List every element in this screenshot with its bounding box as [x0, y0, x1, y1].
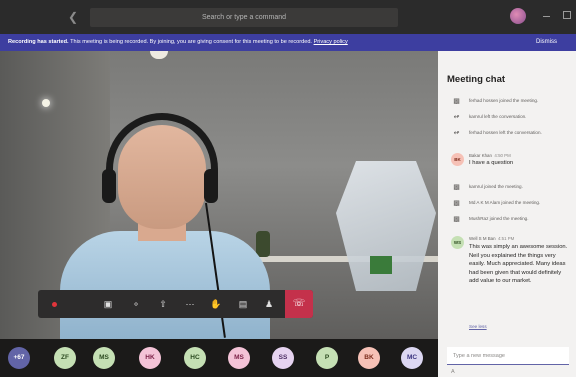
- chat-icon[interactable]: ▤: [231, 290, 255, 318]
- person-left-icon: ↫: [453, 130, 460, 137]
- person-joined-icon: ▩: [453, 216, 460, 223]
- search-input[interactable]: Search or type a command: [90, 8, 398, 27]
- chat-sender: Well S M Ban: [469, 236, 496, 241]
- minimize-icon[interactable]: [543, 16, 550, 17]
- award-logo: [370, 256, 392, 274]
- recording-banner-message: This meeting is being recorded. By joini…: [70, 39, 312, 45]
- headset-band: [106, 113, 218, 193]
- chat-event: ↫ ferhad hossen left the conversation.: [438, 127, 576, 141]
- format-icon[interactable]: A: [451, 369, 455, 375]
- chat-sender: Bakar Khan: [469, 153, 492, 158]
- chat-message-meta: Bakar Khan 4:50 PM: [469, 153, 511, 158]
- call-controls: ▣ ⚬ ⇧ ⋯ ✋ ▤ ♟ ☏: [38, 290, 313, 318]
- see-less-link[interactable]: See less: [469, 324, 487, 329]
- chat-event: ↫ kamrul left the conversation.: [438, 111, 576, 125]
- participant-avatar[interactable]: MC: [401, 347, 423, 369]
- chat-event-text: Md A K M Alam joined the meeting.: [469, 200, 541, 205]
- recording-indicator-icon: [52, 302, 57, 307]
- chat-avatar: BK: [451, 153, 464, 166]
- chat-event-text: MushRaz joined the meeting.: [469, 216, 529, 221]
- chat-message-text: I have a question: [469, 160, 514, 166]
- person-joined-icon: ▩: [453, 98, 460, 105]
- microphone-icon[interactable]: ⚬: [124, 290, 148, 318]
- participant-avatar[interactable]: HK: [139, 347, 161, 369]
- chat-avatar: WS: [451, 236, 464, 249]
- recording-banner-text: Recording has started. This meeting is b…: [8, 34, 348, 51]
- chat-event-text: ferhad hossen left the conversation.: [469, 130, 542, 135]
- chat-message-meta: Well S M Ban 4:51 PM: [469, 236, 514, 241]
- hang-up-button[interactable]: ☏: [285, 290, 313, 318]
- user-avatar[interactable]: [510, 8, 526, 24]
- privacy-policy-link[interactable]: Privacy policy: [314, 39, 348, 45]
- headset-earcup-left: [102, 169, 116, 203]
- ceiling-light: [42, 99, 50, 107]
- chat-event: ▩ kamrul joined the meeting.: [438, 181, 576, 195]
- chat-time: 4:51 PM: [497, 236, 515, 241]
- person-joined-icon: ▩: [453, 200, 460, 207]
- more-options-icon[interactable]: ⋯: [178, 290, 202, 318]
- participant-avatar[interactable]: MS: [228, 347, 250, 369]
- message-compose-input[interactable]: Type a new message: [447, 347, 569, 365]
- raise-hand-icon[interactable]: ✋: [204, 290, 228, 318]
- headset-earcup-right: [204, 169, 218, 203]
- participant-avatar[interactable]: HC: [184, 347, 206, 369]
- ceiling-lamp: [150, 51, 168, 59]
- video-plant: [256, 231, 270, 257]
- title-bar: ❮ Search or type a command: [0, 0, 576, 34]
- participant-strip: +67 ZF MS HK HC MS SS P BK MC: [0, 339, 438, 377]
- participants-icon[interactable]: ♟: [257, 290, 281, 318]
- participant-avatar[interactable]: BK: [358, 347, 380, 369]
- chat-event-text: ferhad hossen joined the meeting.: [469, 98, 539, 103]
- back-arrow-icon[interactable]: ❮: [68, 10, 82, 24]
- camera-icon[interactable]: ▣: [96, 290, 120, 318]
- chat-title: Meeting chat: [447, 74, 506, 85]
- chat-time: 4:50 PM: [494, 153, 511, 158]
- chat-message-text: This was simply an awesome session. Neil…: [469, 244, 568, 285]
- participants-overflow-badge[interactable]: +67: [8, 347, 30, 369]
- participant-avatar[interactable]: P: [316, 347, 338, 369]
- chat-event: ▩ Md A K M Alam joined the meeting.: [438, 197, 576, 211]
- speaker-shirt: [60, 231, 270, 339]
- person-joined-icon: ▩: [453, 184, 460, 191]
- teams-meeting-window: ❮ Search or type a command Recording has…: [0, 0, 576, 377]
- recording-banner-title: Recording has started.: [8, 39, 69, 45]
- recording-banner: Recording has started. This meeting is b…: [0, 34, 576, 51]
- person-left-icon: ↫: [453, 114, 460, 121]
- maximize-icon[interactable]: [563, 11, 571, 19]
- chat-event: ▩ ferhad hossen joined the meeting.: [438, 95, 576, 109]
- chat-event: ▩ MushRaz joined the meeting.: [438, 213, 576, 227]
- chat-event-text: kamrul left the conversation.: [469, 114, 527, 119]
- participant-avatar[interactable]: MS: [93, 347, 115, 369]
- dismiss-button[interactable]: Dismiss: [536, 34, 557, 51]
- meeting-chat-panel: Meeting chat ▩ ferhad hossen joined the …: [438, 51, 576, 377]
- participant-avatar[interactable]: SS: [272, 347, 294, 369]
- share-screen-icon[interactable]: ⇧: [151, 290, 175, 318]
- participant-avatar[interactable]: ZF: [54, 347, 76, 369]
- chat-event-text: kamrul joined the meeting.: [469, 184, 523, 189]
